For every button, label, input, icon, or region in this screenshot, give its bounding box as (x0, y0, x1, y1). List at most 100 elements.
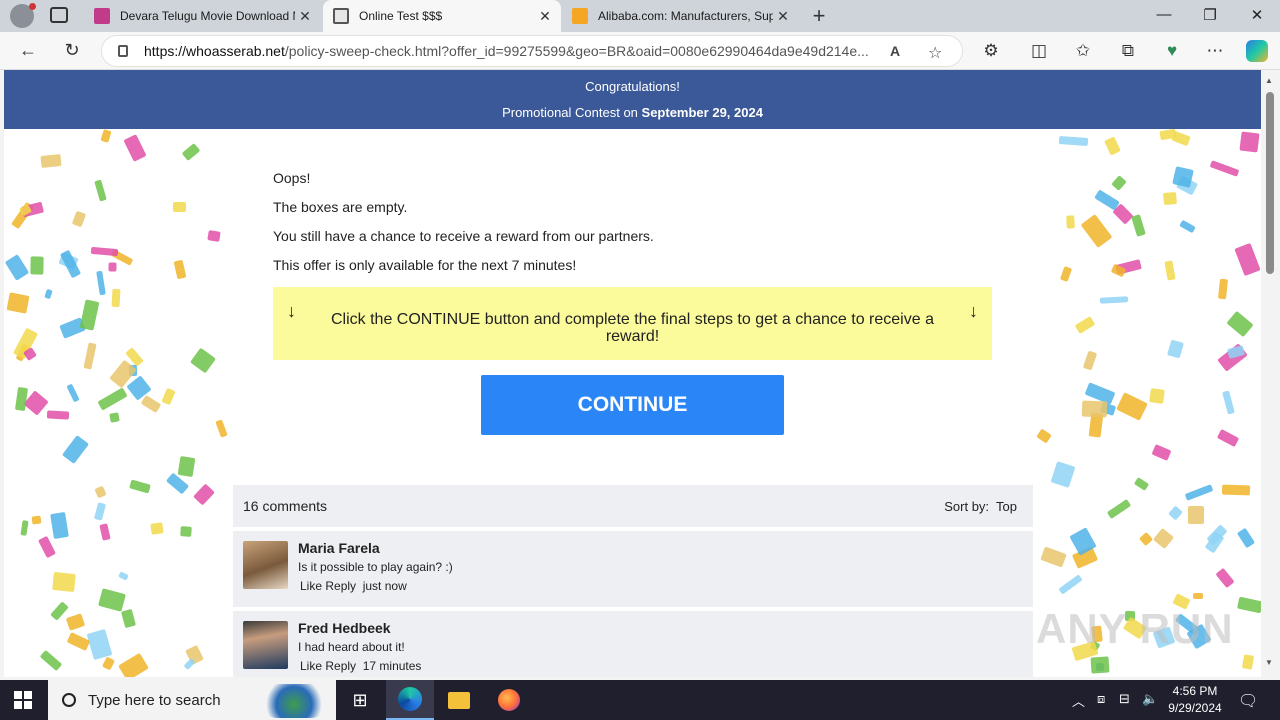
comment-author[interactable]: Fred Hedbeek (298, 620, 391, 636)
tab-devara[interactable]: Devara Telugu Movie Download M ✕ (84, 0, 321, 32)
split-screen-icon[interactable]: ◫ (1028, 41, 1050, 61)
sort-value[interactable]: Top (996, 499, 1017, 514)
confetti-piece (1239, 131, 1260, 153)
scroll-up-icon[interactable]: ▲ (1265, 76, 1273, 85)
confetti-piece (190, 347, 216, 374)
confetti-piece (83, 342, 97, 370)
confetti-piece (100, 129, 112, 143)
performance-icon[interactable]: ♥ (1161, 41, 1183, 61)
banner-prefix: Promotional Contest on (502, 105, 642, 120)
search-highlight-icon (260, 684, 328, 718)
reply-link[interactable]: Reply (325, 579, 356, 593)
confetti-piece (1184, 484, 1214, 501)
confetti-piece (111, 288, 121, 308)
confetti-piece (50, 511, 69, 540)
maximize-button[interactable]: ❐ (1200, 6, 1220, 24)
minimize-button[interactable]: — (1154, 6, 1174, 23)
sort-label: Sort by: (944, 499, 990, 514)
confetti-piece (94, 179, 107, 202)
confetti-piece (1188, 506, 1204, 524)
confetti-piece (1215, 567, 1235, 589)
like-link[interactable]: Like (300, 579, 322, 593)
confetti-piece (1106, 498, 1132, 520)
clock-date: 9/29/2024 (1168, 701, 1222, 715)
page-scrollbar[interactable]: ▲ ▼ (1261, 70, 1280, 677)
show-hidden-icons[interactable]: ︿ (1072, 691, 1085, 710)
confetti-piece (1234, 242, 1261, 277)
tab-close-icon[interactable]: ✕ (535, 8, 555, 25)
extensions-icon[interactable]: ⚙ (980, 41, 1002, 61)
url-domain: https://whoasserab.net (144, 43, 285, 59)
tab-actions-icon[interactable] (50, 7, 68, 23)
avatar (243, 621, 288, 669)
start-button[interactable] (14, 691, 32, 709)
confetti-piece (71, 210, 87, 228)
confetti-piece (99, 523, 111, 541)
address-bar[interactable]: https://whoasserab.net/policy-sweep-chec… (101, 35, 963, 67)
file-explorer-icon[interactable] (435, 680, 483, 720)
confetti-piece (1179, 219, 1196, 234)
task-view-icon[interactable]: ⊞ (336, 680, 384, 720)
more-options-icon[interactable]: ⋯ (1204, 41, 1226, 61)
taskbar-search[interactable]: Type here to search (48, 680, 336, 720)
scroll-thumb[interactable] (1266, 92, 1274, 274)
confetti-piece (123, 134, 147, 162)
ethernet-icon[interactable]: ⊟ (1119, 691, 1130, 707)
new-tab-button[interactable]: + (808, 3, 830, 29)
like-link[interactable]: Like (300, 659, 322, 673)
system-clock[interactable]: 4:56 PM 9/29/2024 (1150, 683, 1240, 717)
copilot-icon[interactable] (1246, 40, 1268, 62)
confetti-piece (161, 387, 176, 406)
confetti-piece (66, 383, 80, 403)
scroll-down-icon[interactable]: ▼ (1265, 658, 1273, 667)
tab-close-icon[interactable]: ✕ (773, 8, 793, 25)
confetti-piece (173, 259, 187, 280)
comment-author[interactable]: Maria Farela (298, 540, 380, 556)
banner-title: Congratulations! (585, 79, 680, 94)
message-chance: You still have a chance to receive a rew… (273, 228, 654, 244)
back-button[interactable]: ← (17, 40, 39, 61)
comment-meta: Like Reply 17 minutes (300, 659, 421, 673)
watermark-logo: ANY RUN (1036, 605, 1234, 652)
web-page: Congratulations! Promotional Contest on … (4, 70, 1261, 677)
confetti-piece (101, 656, 116, 671)
close-window-button[interactable]: ✕ (1247, 6, 1267, 24)
confetti-piece (1237, 596, 1261, 614)
collections-icon[interactable]: ⧉ (1117, 41, 1139, 61)
firefox-icon[interactable] (485, 680, 533, 720)
confetti-piece (52, 571, 76, 593)
sort-control[interactable]: Sort by: Top (944, 499, 1017, 514)
confetti-piece (1133, 477, 1150, 491)
confetti-piece (1081, 400, 1108, 418)
confetti-piece (1217, 278, 1229, 300)
page-favicon-icon (333, 8, 349, 24)
tab-strip: Devara Telugu Movie Download M ✕ Online … (0, 0, 1280, 32)
edge-taskbar-icon[interactable] (386, 680, 434, 720)
confetti-piece (46, 410, 70, 420)
url-text[interactable]: https://whoasserab.net/policy-sweep-chec… (144, 43, 874, 59)
message-oops: Oops! (273, 170, 311, 186)
search-icon (62, 693, 76, 707)
notifications-icon[interactable]: 🗨 (1238, 691, 1258, 711)
reply-link[interactable]: Reply (325, 659, 356, 673)
tab-online-test[interactable]: Online Test $$$ ✕ (323, 0, 561, 32)
confetti-piece (108, 262, 117, 272)
confetti-piece (120, 608, 137, 629)
confetti-piece (1058, 135, 1089, 147)
tab-close-icon[interactable]: ✕ (295, 8, 315, 25)
network-status-icon[interactable]: ⧈ (1097, 691, 1105, 707)
favorites-icon[interactable]: ✩ (1072, 41, 1094, 61)
read-aloud-icon[interactable]: A (890, 43, 900, 59)
confetti-piece (38, 535, 56, 559)
continue-button[interactable]: CONTINUE (481, 375, 784, 435)
lock-icon[interactable] (118, 45, 128, 57)
confetti-piece (79, 299, 100, 331)
profile-avatar-icon[interactable] (10, 3, 36, 28)
confetti-piece (118, 571, 129, 581)
reload-button[interactable]: ↻ (61, 40, 83, 61)
confetti-piece (1152, 527, 1175, 550)
tab-alibaba[interactable]: Alibaba.com: Manufacturers, Sup ✕ (562, 0, 799, 32)
comments-count: 16 comments (243, 498, 328, 514)
favorite-star-icon[interactable]: ☆ (928, 43, 942, 63)
instruction-box: ↓ Click the CONTINUE button and complete… (273, 287, 992, 360)
